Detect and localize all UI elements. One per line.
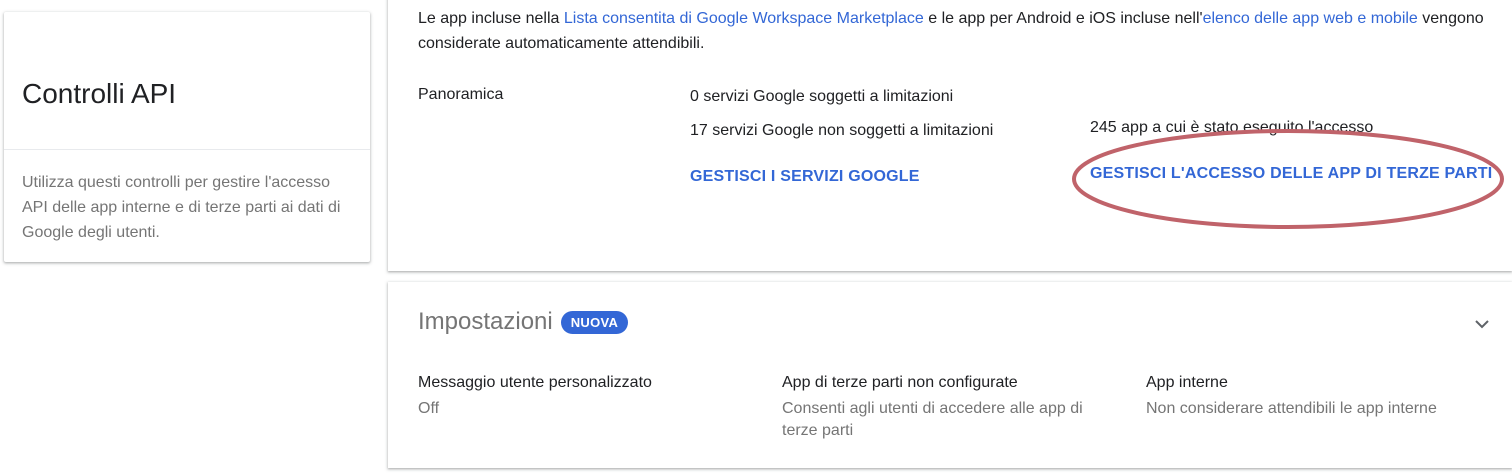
settings-card: Impostazioni NUOVA Messaggio utente pers… [388,282,1512,468]
settings-title: Impostazioni [418,308,553,335]
manage-third-party-access-link[interactable]: GESTISCI L'ACCESSO DELLE APP DI TERZE PA… [1090,165,1492,183]
web-mobile-apps-list-link[interactable]: elenco delle app web e mobile [1203,10,1418,27]
overview-label: Panoramica [418,86,504,103]
setting-value: Consenti agli utenti di accedere alle ap… [782,400,1083,439]
manage-google-services-link[interactable]: GESTISCI I SERVIZI GOOGLE [690,168,920,186]
intro-text-2: e le app per Android e iOS incluse nell' [923,10,1203,27]
page-title: Controlli API [22,78,177,109]
setting-name: Messaggio utente personalizzato [418,374,652,391]
setting-internal-apps[interactable]: App interne Non considerare attendibili … [1146,372,1506,420]
setting-value: Non considerare attendibili le app inter… [1146,400,1437,417]
api-controls-info-card: Controlli API Utilizza questi controlli … [4,12,370,262]
setting-unconfigured-third-party-apps[interactable]: App di terze parti non configurate Conse… [782,372,1122,442]
new-badge: NUOVA [560,310,629,334]
setting-name: App interne [1146,374,1228,391]
unrestricted-services-count: 17 servizi Google non soggetti a limitaz… [690,122,994,139]
trusted-apps-intro: Le app incluse nella Lista consentita di… [418,6,1508,56]
setting-name: App di terze parti non configurate [782,374,1018,391]
marketplace-allowlist-link[interactable]: Lista consentita di Google Workspace Mar… [564,10,924,27]
intro-text-1: Le app incluse nella [418,10,564,27]
chevron-down-icon[interactable] [1472,314,1492,334]
overview-card: Le app incluse nella Lista consentita di… [388,0,1512,271]
divider [4,149,370,150]
setting-custom-user-message[interactable]: Messaggio utente personalizzato Off [418,372,738,420]
restricted-services-count: 0 servizi Google soggetti a limitazioni [690,88,954,105]
accessed-apps-count: 245 app a cui è stato eseguito l'accesso [1090,119,1374,136]
page-description: Utilizza questi controlli per gestire l'… [22,174,341,241]
setting-value: Off [418,400,440,417]
settings-header: Impostazioni NUOVA [418,308,629,336]
